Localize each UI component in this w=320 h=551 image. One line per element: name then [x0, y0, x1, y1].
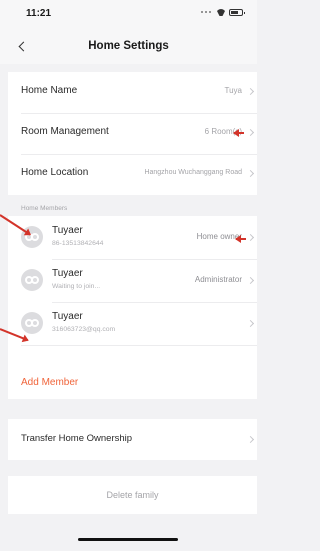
- transfer-ownership-label: Transfer Home Ownership: [21, 433, 133, 444]
- member-row[interactable]: Tuyaer 86-13513842644 Home owner: [8, 216, 257, 258]
- chevron-right-icon: [246, 128, 255, 137]
- member-role: Administrator: [194, 275, 242, 284]
- add-member-button[interactable]: Add Member: [8, 370, 257, 398]
- delete-family-label: Delete family: [106, 490, 159, 500]
- chevron-right-icon: [246, 319, 255, 328]
- annotation-arrow-room-management: [234, 132, 244, 134]
- member-email: 316063723@qq.com: [52, 326, 116, 333]
- navigation-bar: Home Settings: [0, 30, 257, 64]
- wifi-icon: [216, 8, 226, 16]
- status-bar: 11:21: [0, 0, 257, 30]
- member-row[interactable]: Tuyaer Waiting to join... Administrator: [8, 259, 257, 301]
- home-name-value: Tuya: [224, 86, 243, 95]
- chevron-right-icon: [246, 169, 255, 178]
- chevron-right-icon: [246, 435, 255, 444]
- avatar-icon: [21, 312, 43, 334]
- home-name-row[interactable]: Home Name Tuya: [8, 72, 257, 113]
- cellular-signal-icon: [201, 9, 213, 15]
- home-members-section-title: Home Members: [21, 205, 68, 212]
- member-name: Tuyaer: [52, 268, 83, 279]
- home-location-row[interactable]: Home Location Hangzhou Wuchanggang Road: [8, 154, 257, 195]
- chevron-right-icon: [246, 233, 255, 242]
- member-row[interactable]: Tuyaer 316063723@qq.com: [8, 302, 257, 344]
- page-title: Home Settings: [88, 40, 169, 52]
- battery-icon: [229, 8, 245, 16]
- delete-family-button[interactable]: Delete family: [8, 476, 257, 514]
- chevron-right-icon: [246, 87, 255, 96]
- member-phone: 86-13513842644: [52, 240, 104, 247]
- member-status: Waiting to join...: [52, 283, 101, 290]
- status-time: 11:21: [26, 8, 52, 19]
- home-location-label: Home Location: [21, 167, 89, 178]
- home-settings-group: Home Name Tuya Room Management 6 Room(s)…: [8, 72, 257, 195]
- home-name-label: Home Name: [21, 85, 78, 96]
- home-location-value: Hangzhou Wuchanggang Road: [144, 169, 242, 176]
- transfer-ownership-row[interactable]: Transfer Home Ownership: [8, 419, 257, 460]
- home-indicator: [78, 538, 178, 541]
- chevron-right-icon: [246, 276, 255, 285]
- member-name: Tuyaer: [52, 225, 83, 236]
- status-icons: [201, 8, 245, 16]
- room-management-row[interactable]: Room Management 6 Room(s): [8, 113, 257, 154]
- add-member-label: Add Member: [21, 377, 79, 388]
- divider: [21, 345, 257, 346]
- member-name: Tuyaer: [52, 311, 83, 322]
- room-management-label: Room Management: [21, 126, 109, 137]
- avatar-icon: [21, 269, 43, 291]
- annotation-arrow-home-owner: [236, 238, 246, 240]
